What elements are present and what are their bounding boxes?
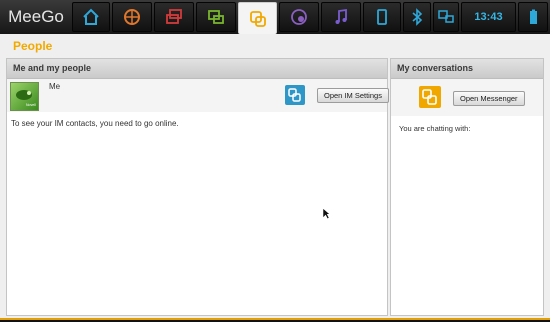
media-icon bbox=[291, 9, 307, 25]
messenger-row: Open Messenger bbox=[391, 79, 543, 116]
messaging-icon bbox=[208, 10, 224, 24]
device-icon bbox=[377, 9, 387, 25]
messenger-icon[interactable] bbox=[419, 86, 441, 108]
meego-logo: MeeGo bbox=[8, 7, 64, 26]
me-row[interactable]: Novell Me Open IM Settings bbox=[7, 79, 389, 112]
open-im-settings-button[interactable]: Open IM Settings bbox=[317, 88, 389, 103]
my-conversations-panel: My conversations Open Messenger You are … bbox=[390, 58, 544, 316]
network-icon bbox=[438, 10, 454, 23]
tab-battery[interactable] bbox=[518, 2, 548, 32]
bluetooth-icon bbox=[412, 8, 423, 26]
clock-label: 13:43 bbox=[474, 11, 503, 23]
panel-header: My conversations bbox=[391, 59, 543, 79]
people-app: People Me and my people Novell Me Open I… bbox=[0, 34, 550, 318]
tab-device[interactable] bbox=[363, 2, 401, 32]
bottom-edge bbox=[0, 318, 550, 322]
top-bar: MeeGo 13:43 bbox=[0, 0, 550, 34]
tab-music[interactable] bbox=[321, 2, 361, 32]
mouse-cursor-icon bbox=[322, 207, 331, 220]
tab-network[interactable] bbox=[433, 2, 459, 32]
page-title: People bbox=[13, 39, 53, 53]
offline-message: To see your IM contacts, you need to go … bbox=[11, 119, 179, 128]
tab-web[interactable] bbox=[112, 2, 152, 32]
panel-header: Me and my people bbox=[7, 59, 387, 79]
people-glyph-icon bbox=[422, 89, 437, 105]
web-browser-icon bbox=[124, 9, 140, 25]
home-icon bbox=[83, 8, 99, 25]
tab-home[interactable] bbox=[72, 2, 110, 32]
accent-strip bbox=[0, 318, 550, 320]
im-settings-icon[interactable] bbox=[285, 85, 305, 105]
tab-bluetooth[interactable] bbox=[403, 2, 431, 32]
tab-messaging[interactable] bbox=[196, 2, 236, 32]
music-icon bbox=[335, 8, 347, 24]
chatting-with-label: You are chatting with: bbox=[399, 124, 471, 133]
battery-icon bbox=[530, 9, 537, 24]
tasks-icon bbox=[166, 9, 182, 24]
avatar[interactable]: Novell bbox=[10, 82, 39, 111]
people-glyph-icon bbox=[288, 88, 301, 102]
tab-clock[interactable]: 13:43 bbox=[461, 2, 516, 32]
avatar-caption: Novell bbox=[26, 103, 36, 107]
tab-people[interactable] bbox=[238, 2, 277, 34]
tab-media[interactable] bbox=[279, 2, 319, 32]
people-icon bbox=[249, 10, 266, 27]
open-messenger-button[interactable]: Open Messenger bbox=[453, 91, 525, 106]
tab-tasks[interactable] bbox=[154, 2, 194, 32]
me-label: Me bbox=[49, 82, 61, 91]
me-and-my-people-panel: Me and my people Novell Me Open IM Setti… bbox=[6, 58, 389, 316]
